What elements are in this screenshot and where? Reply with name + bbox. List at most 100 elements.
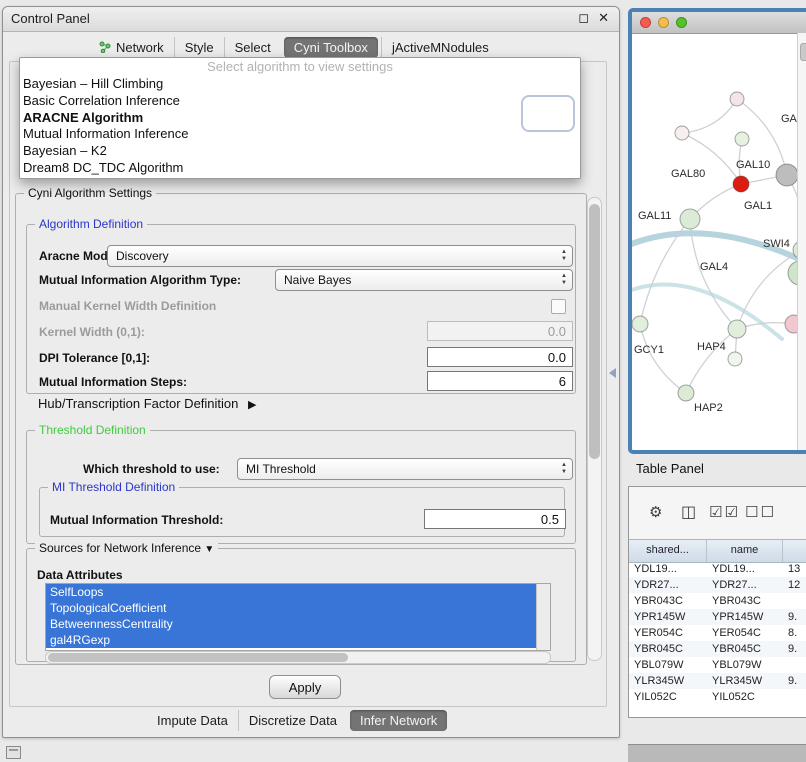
network-node[interactable] bbox=[735, 132, 749, 146]
cell-name: YER054C bbox=[707, 627, 783, 639]
which-threshold-combo[interactable]: MI Threshold ▲▼ bbox=[237, 458, 573, 480]
attribute-list-hscrollbar[interactable] bbox=[45, 651, 551, 664]
tab-style[interactable]: Style bbox=[174, 37, 224, 58]
network-node[interactable] bbox=[728, 352, 742, 366]
network-view-scrollbar[interactable] bbox=[797, 33, 806, 450]
attribute-list-scrollbar[interactable] bbox=[536, 584, 550, 650]
attribute-item-selected[interactable]: gal4RGexp bbox=[46, 632, 539, 648]
table-row[interactable]: YBR045C YBR045C 9. bbox=[629, 641, 806, 657]
attribute-item-selected[interactable]: TopologicalCoefficient bbox=[46, 600, 539, 616]
hub-definition-label: Hub/Transcription Factor Definition bbox=[38, 396, 238, 411]
tab-jactivemnodules-label: jActiveMNodules bbox=[392, 40, 489, 55]
tab-cyni-toolbox[interactable]: Cyni Toolbox bbox=[284, 37, 378, 58]
hscroll-thumb[interactable] bbox=[48, 653, 348, 662]
deselect-all-rows-icon[interactable]: ☐☐ bbox=[745, 505, 776, 521]
tab-impute-data[interactable]: Impute Data bbox=[147, 710, 238, 731]
cyni-algorithm-settings-group: Cyni Algorithm Settings Algorithm Defini… bbox=[15, 193, 587, 665]
gear-icon[interactable]: ⚙ bbox=[649, 505, 662, 521]
aracne-mode-combo[interactable]: Discovery ▲▼ bbox=[107, 245, 573, 267]
table-row[interactable]: YBL079W YBL079W bbox=[629, 657, 806, 673]
dropdown-item[interactable]: Dream8 DC_TDC Algorithm bbox=[20, 160, 580, 177]
tab-select[interactable]: Select bbox=[224, 37, 281, 58]
network-edge[interactable] bbox=[640, 324, 686, 393]
cell-value: 9. bbox=[783, 611, 806, 623]
table-row[interactable]: YIL052C YIL052C bbox=[629, 689, 806, 705]
table-row[interactable]: YBR043C YBR043C bbox=[629, 593, 806, 609]
tab-infer-network[interactable]: Infer Network bbox=[350, 710, 447, 731]
network-node[interactable] bbox=[632, 316, 648, 332]
tab-discretize-data[interactable]: Discretize Data bbox=[238, 710, 347, 731]
kernel-width-input[interactable]: 0.0 bbox=[427, 321, 573, 341]
dock-window-edge bbox=[628, 744, 806, 762]
minimized-panel-icon[interactable] bbox=[6, 746, 21, 759]
mi-threshold-label: Mutual Information Threshold: bbox=[50, 513, 223, 527]
combo-arrows-icon: ▲▼ bbox=[561, 273, 567, 287]
mi-threshold-input[interactable]: 0.5 bbox=[424, 509, 566, 529]
settings-scrollbar[interactable] bbox=[587, 197, 602, 661]
column-header-clipped[interactable] bbox=[783, 540, 806, 562]
attribute-item-selected[interactable]: BetweennessCentrality bbox=[46, 616, 539, 632]
network-node-label: GAL80 bbox=[671, 168, 705, 180]
column-chooser-icon[interactable]: ◫ bbox=[681, 505, 696, 521]
mi-type-value: Naive Bayes bbox=[284, 273, 351, 287]
cell-shared-name: YBR045C bbox=[629, 643, 707, 655]
panel-splitter-handle[interactable] bbox=[609, 368, 616, 378]
sources-group-title[interactable]: Sources for Network Inference ▼ bbox=[35, 541, 218, 555]
table-panel-title: Table Panel bbox=[636, 461, 704, 476]
dropdown-item[interactable]: Bayesian – K2 bbox=[20, 143, 580, 160]
network-node[interactable] bbox=[680, 209, 700, 229]
mi-steps-input[interactable]: 6 bbox=[427, 371, 573, 391]
float-window-icon[interactable]: ◻ bbox=[578, 10, 589, 26]
column-header-name[interactable]: name bbox=[707, 540, 783, 562]
chevron-right-icon: ▶ bbox=[248, 399, 256, 411]
dropdown-item[interactable]: Bayesian – Hill Climbing bbox=[20, 76, 580, 93]
column-header-shared-name[interactable]: shared... bbox=[629, 540, 707, 562]
cell-value: 8. bbox=[783, 627, 806, 639]
tab-infer-network-label: Infer Network bbox=[360, 713, 437, 728]
table-body: YDL19... YDL19... 13 YDR27... YDR27... 1… bbox=[629, 561, 806, 705]
tab-network-label: Network bbox=[116, 40, 164, 55]
control-panel-titlebar[interactable]: Control Panel ◻ ✕ bbox=[3, 7, 619, 32]
control-panel-window: Control Panel ◻ ✕ Network Style bbox=[2, 6, 620, 738]
settings-scroll-thumb[interactable] bbox=[589, 204, 600, 459]
table-row[interactable]: YLR345W YLR345W 9. bbox=[629, 673, 806, 689]
dpi-tolerance-input[interactable]: 0.0 bbox=[427, 347, 573, 367]
attribute-item-selected[interactable]: SelfLoops bbox=[46, 584, 539, 600]
dropdown-item[interactable]: Mutual Information Inference bbox=[20, 126, 580, 143]
network-canvas[interactable]: GAL80GAL10GAL7GAL11GAL1SWI4GAL4GCY1HAP4H… bbox=[632, 33, 797, 450]
dropdown-placeholder: Select algorithm to view settings bbox=[20, 58, 580, 76]
table-row[interactable]: YDR27... YDR27... 12 bbox=[629, 577, 806, 593]
network-node[interactable] bbox=[728, 320, 746, 338]
table-row[interactable]: YDL19... YDL19... 13 bbox=[629, 561, 806, 577]
mi-type-combo[interactable]: Naive Bayes ▲▼ bbox=[275, 269, 573, 291]
dropdown-item-selected[interactable]: ARACNE Algorithm bbox=[20, 110, 580, 127]
tab-jactivemnodules[interactable]: jActiveMNodules bbox=[381, 37, 499, 58]
tab-network[interactable]: Network bbox=[89, 37, 174, 58]
hub-definition-toggle[interactable]: Hub/Transcription Factor Definition ▶ bbox=[38, 396, 256, 411]
dropdown-item[interactable]: Basic Correlation Inference bbox=[20, 93, 580, 110]
apply-button-label: Apply bbox=[289, 680, 322, 695]
network-node[interactable] bbox=[730, 92, 744, 106]
network-node[interactable] bbox=[733, 176, 749, 192]
table-row[interactable]: YER054C YER054C 8. bbox=[629, 625, 806, 641]
apply-button[interactable]: Apply bbox=[269, 675, 341, 699]
cell-name: YIL052C bbox=[707, 691, 783, 703]
network-node-label: HAP2 bbox=[694, 402, 723, 414]
network-node[interactable] bbox=[678, 385, 694, 401]
network-window-titlebar[interactable] bbox=[632, 12, 806, 34]
network-node[interactable] bbox=[675, 126, 689, 140]
close-traffic-light[interactable] bbox=[640, 17, 651, 28]
minimize-traffic-light[interactable] bbox=[658, 17, 669, 28]
select-all-rows-icon[interactable]: ☑☑ bbox=[709, 505, 740, 521]
network-node[interactable] bbox=[788, 261, 797, 285]
table-panel-window: ⚙ ◫ ☑☑ ☐☐ shared... name YDL19... YDL19.… bbox=[628, 486, 806, 718]
table-row[interactable]: YPR145W YPR145W 9. bbox=[629, 609, 806, 625]
network-edge[interactable] bbox=[682, 99, 737, 133]
manual-kernel-checkbox[interactable] bbox=[551, 299, 566, 314]
network-edge-thick[interactable] bbox=[632, 285, 782, 339]
close-window-icon[interactable]: ✕ bbox=[598, 10, 609, 26]
network-scroll-thumb[interactable] bbox=[800, 43, 806, 61]
zoom-traffic-light[interactable] bbox=[676, 17, 687, 28]
network-node[interactable] bbox=[785, 315, 797, 333]
network-node[interactable] bbox=[776, 164, 797, 186]
